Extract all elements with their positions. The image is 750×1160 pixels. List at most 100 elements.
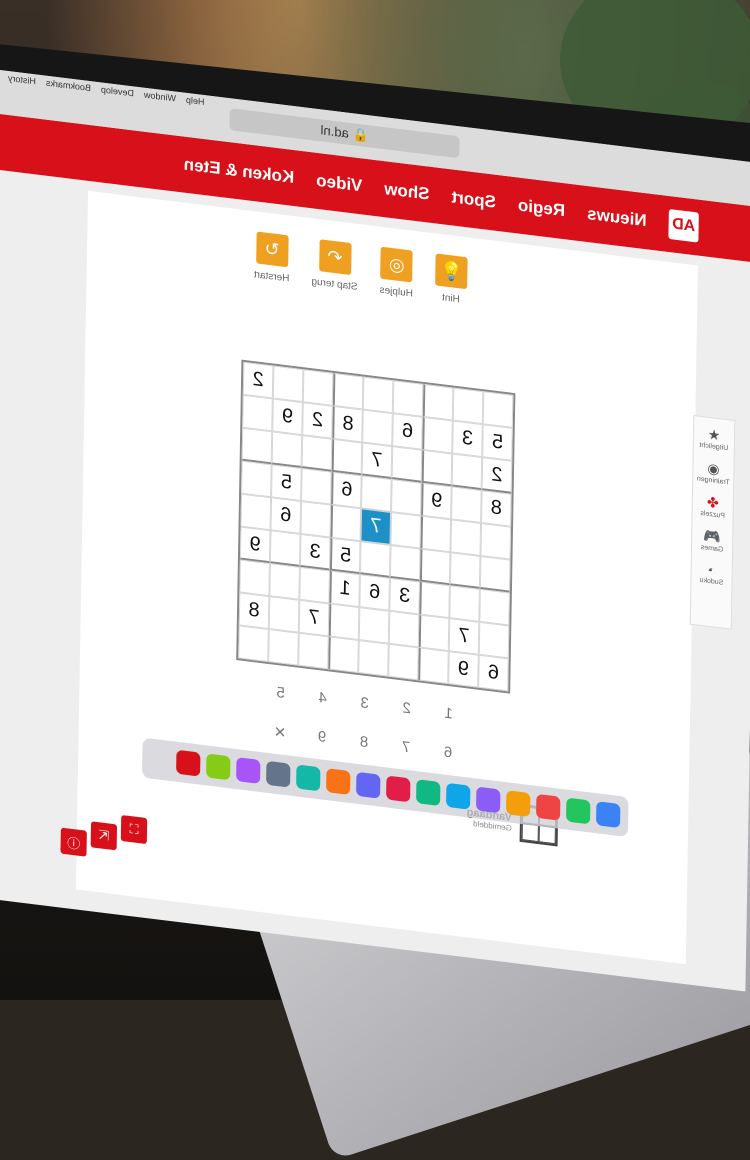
nav-item-koken-eten[interactable]: Koken & Eten bbox=[184, 155, 295, 189]
sudoku-cell[interactable] bbox=[331, 438, 363, 476]
sidebar-item-sudoku[interactable]: ◔ Sudoku bbox=[700, 561, 724, 587]
sudoku-cell[interactable]: 2 bbox=[242, 361, 274, 399]
erase-button[interactable]: ✕ bbox=[259, 721, 301, 744]
herstart-tool[interactable]: ↻ Herstart bbox=[254, 231, 290, 284]
sudoku-cell[interactable] bbox=[268, 629, 299, 666]
sudoku-cell[interactable] bbox=[269, 563, 300, 600]
sudoku-cell[interactable] bbox=[362, 409, 393, 447]
dock-app-icon[interactable] bbox=[356, 771, 381, 799]
nav-item-show[interactable]: Show bbox=[384, 179, 430, 205]
dock-app-icon[interactable] bbox=[446, 782, 471, 810]
sudoku-cell[interactable] bbox=[418, 647, 449, 685]
dock-app-icon[interactable] bbox=[506, 790, 531, 818]
sudoku-cell[interactable] bbox=[272, 365, 304, 403]
sidebar-item-games[interactable]: 🎮 Games bbox=[701, 527, 724, 553]
sudoku-cell[interactable]: 9 bbox=[448, 651, 479, 688]
sudoku-cell[interactable] bbox=[450, 519, 482, 556]
sudoku-cell[interactable] bbox=[328, 603, 360, 641]
menu-item[interactable]: Bookmarks bbox=[46, 78, 91, 101]
sudoku-cell[interactable] bbox=[392, 380, 424, 417]
share-icon[interactable]: ⇱ bbox=[90, 821, 118, 851]
lightbulb-icon[interactable]: 💡 bbox=[435, 253, 468, 290]
nav-item-sport[interactable]: Sport bbox=[451, 187, 496, 212]
sudoku-cell[interactable] bbox=[328, 636, 359, 673]
sudoku-cell[interactable] bbox=[419, 581, 450, 619]
sudoku-cell[interactable] bbox=[358, 607, 390, 644]
sudoku-cell[interactable]: 7 bbox=[298, 599, 330, 637]
sudoku-cell[interactable]: 5 bbox=[482, 424, 513, 461]
stap-terug-tool[interactable]: ↶ Stap terug bbox=[311, 238, 358, 293]
menu-item[interactable]: Develop bbox=[101, 84, 134, 106]
sudoku-cell[interactable]: 3 bbox=[389, 577, 420, 615]
sudoku-cell[interactable]: 6 bbox=[331, 471, 362, 509]
sudoku-cell[interactable]: 5 bbox=[271, 464, 302, 501]
menu-item[interactable]: History bbox=[8, 73, 36, 94]
dock-app-icon[interactable] bbox=[596, 801, 621, 829]
dock-app-icon[interactable] bbox=[296, 764, 321, 792]
hulpjes-tool[interactable]: ◎ Hulpjes bbox=[379, 246, 413, 300]
dock-app-icon[interactable] bbox=[206, 753, 231, 781]
sudoku-cell[interactable] bbox=[332, 372, 364, 410]
numpad-key[interactable]: 3 bbox=[344, 692, 386, 714]
numpad-key[interactable]: 8 bbox=[343, 731, 385, 754]
sudoku-cell[interactable] bbox=[359, 541, 391, 578]
sudoku-cell[interactable]: 7 bbox=[360, 508, 392, 545]
numpad-key[interactable]: 7 bbox=[385, 736, 427, 759]
fullscreen-icon[interactable]: ⛶ bbox=[120, 814, 148, 845]
nav-item-video[interactable]: Video bbox=[316, 171, 362, 197]
sudoku-cell[interactable] bbox=[361, 475, 392, 512]
dock-app-icon[interactable] bbox=[566, 797, 591, 825]
dock-app-icon[interactable] bbox=[416, 779, 441, 807]
sudoku-cell[interactable] bbox=[298, 632, 329, 670]
sudoku-cell[interactable] bbox=[451, 453, 483, 491]
menu-item[interactable]: Help bbox=[186, 95, 205, 115]
sudoku-cell[interactable] bbox=[449, 585, 480, 622]
sudoku-cell[interactable] bbox=[422, 416, 453, 454]
sudoku-cell[interactable] bbox=[269, 530, 301, 567]
sudoku-cell[interactable] bbox=[482, 391, 514, 428]
sudoku-cell[interactable]: 5 bbox=[329, 537, 361, 575]
dock-app-icon[interactable] bbox=[536, 793, 561, 821]
sudoku-cell[interactable] bbox=[271, 431, 303, 469]
sudoku-cell[interactable] bbox=[242, 394, 273, 432]
sudoku-cell[interactable]: 2 bbox=[481, 457, 513, 494]
sudoku-cell[interactable]: 6 bbox=[270, 497, 302, 534]
numpad-key[interactable]: 1 bbox=[428, 703, 470, 725]
nav-item-nieuws[interactable]: Nieuws bbox=[587, 204, 647, 231]
sudoku-cell[interactable] bbox=[479, 555, 511, 593]
numpad-key[interactable]: 9 bbox=[301, 726, 343, 749]
sudoku-cell[interactable]: 6 bbox=[359, 574, 390, 611]
sudoku-cell[interactable] bbox=[419, 548, 451, 586]
undo-icon[interactable]: ↶ bbox=[318, 239, 352, 276]
dock-app-icon[interactable] bbox=[476, 786, 501, 814]
sudoku-cell[interactable] bbox=[391, 446, 423, 483]
sudoku-cell[interactable] bbox=[420, 515, 452, 553]
sudoku-cell[interactable] bbox=[301, 468, 332, 505]
sudoku-cell[interactable] bbox=[449, 552, 481, 589]
sudoku-cell[interactable] bbox=[299, 566, 330, 604]
numpad-key[interactable]: 6 bbox=[427, 741, 469, 764]
sudoku-cell[interactable]: 2 bbox=[302, 402, 333, 439]
dock-app-icon[interactable] bbox=[236, 757, 261, 784]
sudoku-cell[interactable]: 7 bbox=[361, 442, 393, 480]
sudoku-cell[interactable] bbox=[388, 643, 419, 681]
numpad-key[interactable]: 4 bbox=[302, 687, 344, 709]
dock-app-icon[interactable] bbox=[176, 749, 201, 777]
sudoku-cell[interactable] bbox=[358, 640, 389, 677]
sudoku-cell[interactable]: 1 bbox=[329, 570, 360, 608]
sudoku-cell[interactable]: 9 bbox=[421, 482, 452, 520]
sudoku-cell[interactable] bbox=[391, 479, 422, 516]
sudoku-cell[interactable]: 7 bbox=[448, 618, 480, 655]
sudoku-cell[interactable] bbox=[478, 621, 510, 659]
menu-item[interactable]: Window bbox=[144, 90, 176, 112]
sudoku-cell[interactable] bbox=[239, 559, 270, 597]
ad-logo[interactable]: AD bbox=[668, 208, 699, 243]
sudoku-cell[interactable]: 6 bbox=[478, 654, 509, 692]
sidebar-item-trainingen[interactable]: ◉ Trainingen bbox=[697, 458, 730, 487]
restart-icon[interactable]: ↻ bbox=[255, 231, 289, 268]
sudoku-cell[interactable] bbox=[241, 427, 273, 465]
sudoku-cell[interactable] bbox=[268, 596, 300, 633]
sudoku-cell[interactable] bbox=[388, 610, 420, 648]
sudoku-cell[interactable] bbox=[421, 449, 453, 487]
sudoku-cell[interactable]: 8 bbox=[332, 405, 363, 443]
